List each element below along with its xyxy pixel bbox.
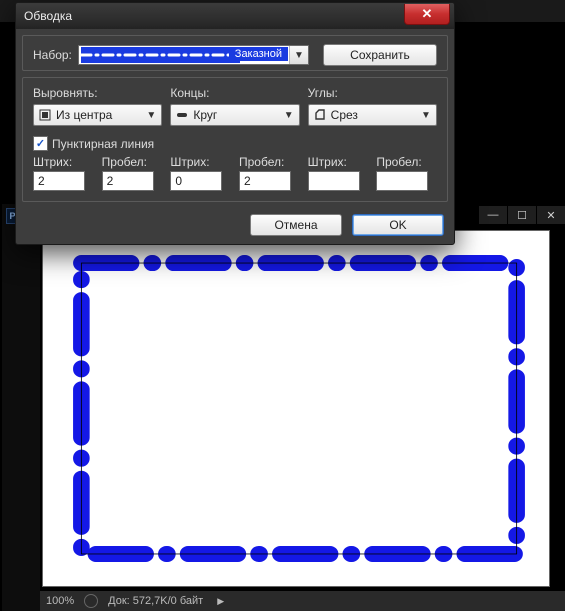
caps-value: Круг	[193, 108, 217, 122]
chevron-down-icon: ▼	[281, 105, 297, 125]
doc-info: Док: 572,7K/0 байт	[108, 595, 203, 607]
gap-value-2[interactable]	[239, 171, 291, 191]
dialog-close-button[interactable]: ✕	[404, 4, 450, 25]
status-arrow-icon[interactable]: ▶	[217, 596, 224, 607]
caps-dropdown[interactable]: Круг ▼	[170, 104, 299, 126]
host-close-button[interactable]: ✕	[537, 206, 565, 224]
dashed-line-checkbox[interactable]: ✓	[33, 136, 48, 151]
cap-round-icon	[175, 108, 189, 122]
close-icon: ✕	[422, 6, 433, 22]
dialog-titlebar[interactable]: Обводка ✕	[16, 3, 454, 29]
corners-label: Углы:	[308, 86, 437, 100]
align-center-icon	[38, 108, 52, 122]
host-minimize-button[interactable]: —	[479, 206, 507, 224]
dash-header: Пробел:	[239, 155, 300, 169]
gap-value-1[interactable]	[102, 171, 154, 191]
align-value: Из центра	[56, 108, 112, 122]
corners-dropdown[interactable]: Срез ▼	[308, 104, 437, 126]
corners-value: Срез	[331, 108, 358, 122]
dash-value-3[interactable]	[308, 171, 360, 191]
chevron-down-icon: ▼	[418, 105, 434, 125]
status-bar: 100% Док: 572,7K/0 байт ▶	[40, 591, 565, 611]
dash-header: Пробел:	[376, 155, 437, 169]
chevron-down-icon: ▼	[143, 105, 159, 125]
preset-value: Заказной	[229, 47, 288, 61]
dash-header: Штрих:	[170, 155, 231, 169]
dash-header: Штрих:	[33, 155, 94, 169]
ok-button[interactable]: OK	[352, 214, 444, 236]
status-icon	[84, 594, 98, 608]
cancel-button[interactable]: Отмена	[250, 214, 342, 236]
host-window-buttons: — ☐ ✕	[478, 204, 565, 226]
chevron-down-icon: ▼	[289, 46, 308, 64]
preset-label: Набор:	[33, 48, 72, 62]
dash-header: Штрих:	[308, 155, 369, 169]
align-dropdown[interactable]: Из центра ▼	[33, 104, 162, 126]
save-preset-button[interactable]: Сохранить	[323, 44, 437, 66]
dashed-rectangle-shape[interactable]	[71, 253, 527, 564]
dash-pattern-grid: Штрих: Пробел: Штрих: Пробел: Штрих:	[33, 155, 437, 191]
document-canvas[interactable]	[42, 230, 550, 587]
options-group: Выровнять: Из центра ▼ Концы: Круг ▼	[22, 77, 448, 202]
preset-group: Набор: Заказной ▼ Сохранить	[22, 35, 448, 71]
stroke-dialog: Обводка ✕ Набор: Заказной ▼ Сохранить В	[15, 2, 455, 245]
zoom-level[interactable]: 100%	[46, 595, 74, 607]
host-maximize-button[interactable]: ☐	[508, 206, 536, 224]
align-label: Выровнять:	[33, 86, 162, 100]
preset-dropdown[interactable]: Заказной ▼	[78, 45, 309, 65]
caps-label: Концы:	[170, 86, 299, 100]
dialog-title: Обводка	[24, 9, 72, 23]
preset-pattern-preview	[81, 47, 240, 63]
gap-value-3[interactable]	[376, 171, 428, 191]
dashed-line-label: Пунктирная линия	[52, 137, 154, 151]
corner-bevel-icon	[313, 108, 327, 122]
dialog-button-row: Отмена OK	[16, 208, 454, 244]
dash-value-2[interactable]	[170, 171, 222, 191]
dash-value-1[interactable]	[33, 171, 85, 191]
dash-header: Пробел:	[102, 155, 163, 169]
toolstrip: Ps	[2, 204, 40, 611]
